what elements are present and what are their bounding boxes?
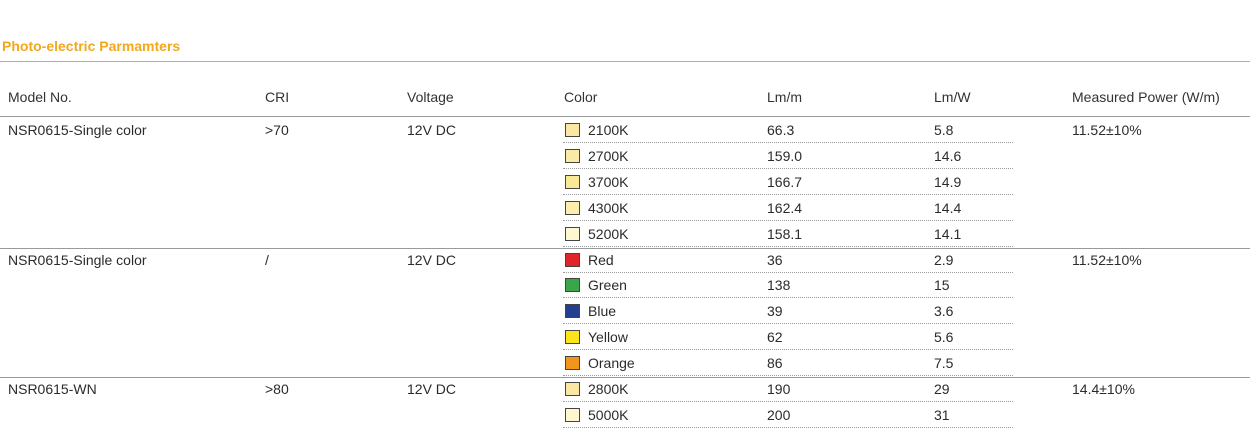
cri-value: >80	[265, 381, 289, 397]
lm-per-w: 29	[934, 381, 950, 397]
lm-per-m: 36	[767, 251, 783, 268]
header-color: Color	[564, 89, 598, 105]
model-number: NSR0615-Single color	[8, 122, 147, 138]
lm-per-w: 15	[934, 277, 950, 294]
model-number: NSR0615-Single color	[8, 251, 147, 268]
header-lmw: Lm/W	[934, 89, 971, 105]
header-divider	[0, 116, 1250, 117]
lm-per-m: 66.3	[767, 122, 795, 138]
color-label: 2700K	[588, 147, 629, 164]
row-divider-dotted	[563, 245, 1013, 247]
cri-value: /	[265, 251, 269, 268]
header-model: Model No.	[8, 89, 72, 105]
lm-per-m: 162.4	[767, 199, 803, 216]
lm-per-m: 86	[767, 355, 783, 372]
lm-per-m: 39	[767, 303, 783, 320]
row-divider-dotted	[563, 401, 1013, 402]
color-label: Yellow	[588, 329, 628, 346]
section-title: Photo-electric Parmamters	[2, 38, 181, 54]
lm-per-w: 31	[934, 406, 950, 423]
measured-power: 11.52±10%	[1072, 251, 1142, 268]
color-label: 4300K	[588, 199, 629, 216]
row-divider-dotted	[563, 323, 1013, 325]
lm-per-w: 3.6	[934, 303, 954, 320]
voltage-value: 12V DC	[407, 251, 457, 268]
color-swatch	[565, 252, 580, 267]
voltage-value: 12V DC	[407, 381, 457, 397]
color-label: 5200K	[588, 225, 629, 242]
row-divider-dotted	[563, 219, 1013, 221]
row-divider-dotted	[563, 142, 1013, 143]
color-swatch	[565, 382, 580, 396]
color-label: Green	[588, 277, 627, 294]
color-swatch	[565, 148, 580, 163]
color-label: 2800K	[588, 381, 629, 397]
header-cri: CRI	[265, 89, 290, 105]
lm-per-w: 5.6	[934, 329, 954, 346]
lm-per-m: 62	[767, 329, 783, 346]
lm-per-w: 5.8	[934, 122, 954, 138]
color-swatch	[565, 200, 580, 215]
header-voltage: Voltage	[407, 89, 454, 105]
group-divider	[0, 247, 1250, 249]
lm-per-w: 14.6	[934, 147, 962, 164]
row-divider-dotted	[563, 375, 1013, 377]
row-divider-dotted	[563, 349, 1013, 351]
color-swatch	[565, 356, 580, 371]
row-divider-dotted	[563, 193, 1013, 195]
group-divider	[0, 377, 1250, 378]
lm-per-w: 14.1	[934, 225, 962, 242]
row-divider-dotted	[563, 426, 1013, 428]
measured-power: 14.4±10%	[1072, 381, 1135, 397]
color-swatch	[565, 174, 580, 189]
color-label: 3700K	[588, 173, 629, 190]
lm-per-m: 138	[767, 277, 791, 294]
voltage-value: 12V DC	[407, 122, 457, 138]
color-label: 2100K	[588, 122, 629, 138]
measured-power: 11.52±10%	[1072, 122, 1142, 138]
color-label: Blue	[588, 303, 617, 320]
header-lmm: Lm/m	[767, 89, 802, 105]
title-divider	[0, 61, 1250, 62]
lm-per-w: 14.9	[934, 173, 962, 190]
color-swatch	[565, 278, 580, 293]
color-swatch	[565, 226, 580, 241]
lm-per-m: 200	[767, 406, 791, 423]
lm-per-m: 158.1	[767, 225, 803, 242]
lm-per-w: 14.4	[934, 199, 962, 216]
cri-value: >70	[265, 122, 289, 138]
lm-per-m: 159.0	[767, 147, 803, 164]
row-divider-dotted	[563, 271, 1013, 273]
color-swatch	[565, 407, 580, 422]
color-label: Orange	[588, 355, 635, 372]
lm-per-m: 190	[767, 381, 791, 397]
color-label: 5000K	[588, 406, 629, 423]
color-swatch	[565, 304, 580, 319]
row-divider-dotted	[563, 297, 1013, 299]
lm-per-w: 7.5	[934, 355, 954, 372]
model-number: NSR0615-WN	[8, 381, 97, 397]
header-power: Measured Power (W/m)	[1072, 89, 1220, 105]
color-swatch	[565, 330, 580, 345]
row-divider-dotted	[563, 167, 1013, 169]
lm-per-w: 2.9	[934, 251, 954, 268]
lm-per-m: 166.7	[767, 173, 803, 190]
color-swatch	[565, 123, 580, 137]
color-label: Red	[588, 251, 614, 268]
